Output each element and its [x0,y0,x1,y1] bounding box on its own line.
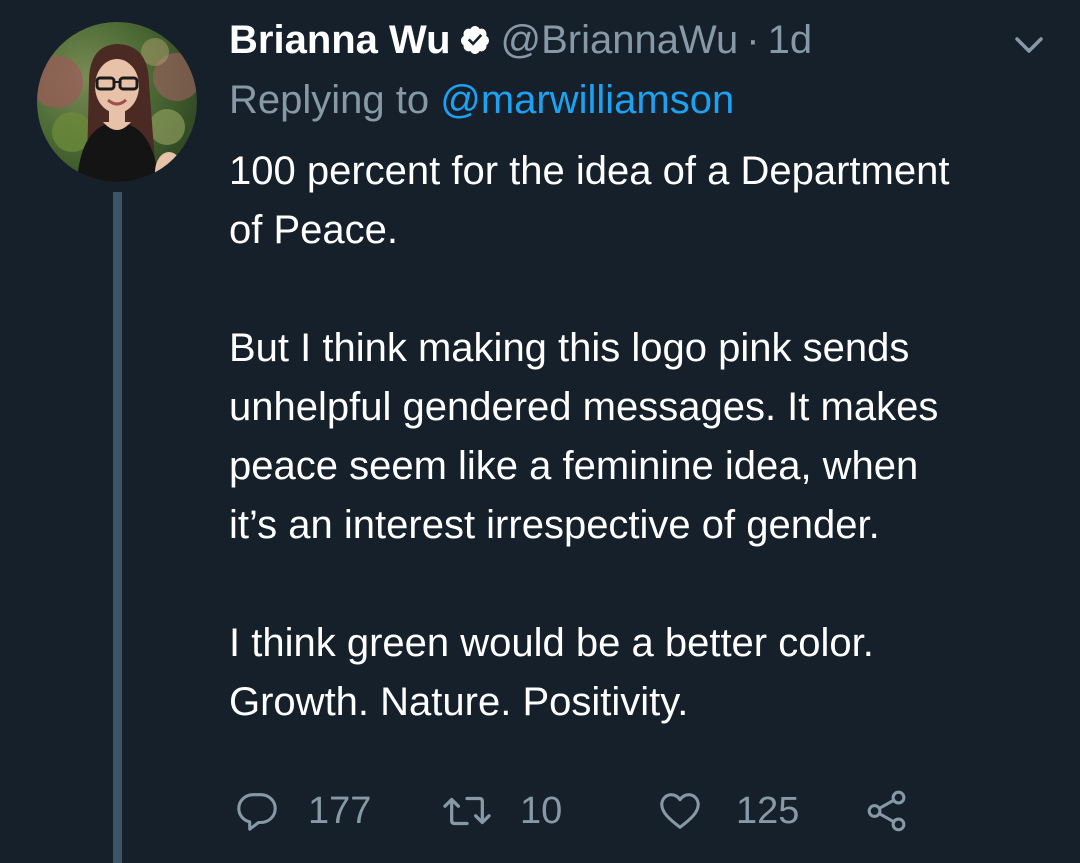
like-count: 125 [736,789,800,832]
thread-line [113,192,122,863]
reply-button[interactable]: 177 [234,783,371,839]
replying-to-label: Replying to [229,78,441,122]
retweet-button[interactable]: 10 [440,783,562,839]
heart-icon [656,788,704,834]
tweet-text: 100 percent for the idea of a Department… [229,142,1059,732]
replying-to: Replying to @marwilliamson [229,78,734,123]
like-button[interactable]: 125 [656,783,799,839]
reply-count: 177 [308,789,372,832]
separator-dot: · [746,17,760,62]
text-line: unhelpful gendered messages. It makes [229,385,939,429]
share-button[interactable] [862,783,912,839]
share-icon [862,788,912,834]
user-handle[interactable]: @BriannaWu [501,18,739,63]
text-line: But I think making this logo pink sends [229,326,910,370]
verified-badge-icon [459,24,491,56]
retweet-arrows-icon [440,788,494,834]
paragraph-break [229,260,1059,319]
text-line: Growth. Nature. Positivity. [229,680,689,724]
text-line: it’s an interest irrespective of gender. [229,503,880,547]
text-line: of Peace. [229,208,399,252]
tweet[interactable]: Brianna Wu @BriannaWu · 1d Replying to @… [0,0,1080,863]
text-line: I think green would be a better color. [229,621,874,665]
tweet-header: Brianna Wu @BriannaWu · 1d [229,14,812,66]
avatar[interactable] [37,22,197,182]
chevron-down-icon[interactable] [1011,30,1047,60]
text-line: peace seem like a feminine idea, when [229,444,919,488]
paragraph-break [229,555,1059,614]
reply-bubble-icon [234,788,280,834]
mention-link[interactable]: @marwilliamson [440,78,734,122]
timestamp[interactable]: 1d [768,18,813,63]
retweet-count: 10 [520,789,563,832]
display-name[interactable]: Brianna Wu [229,18,451,63]
avatar-photo [37,22,197,182]
action-bar: 177 10 125 [230,783,930,839]
text-line: 100 percent for the idea of a Department [229,149,950,193]
